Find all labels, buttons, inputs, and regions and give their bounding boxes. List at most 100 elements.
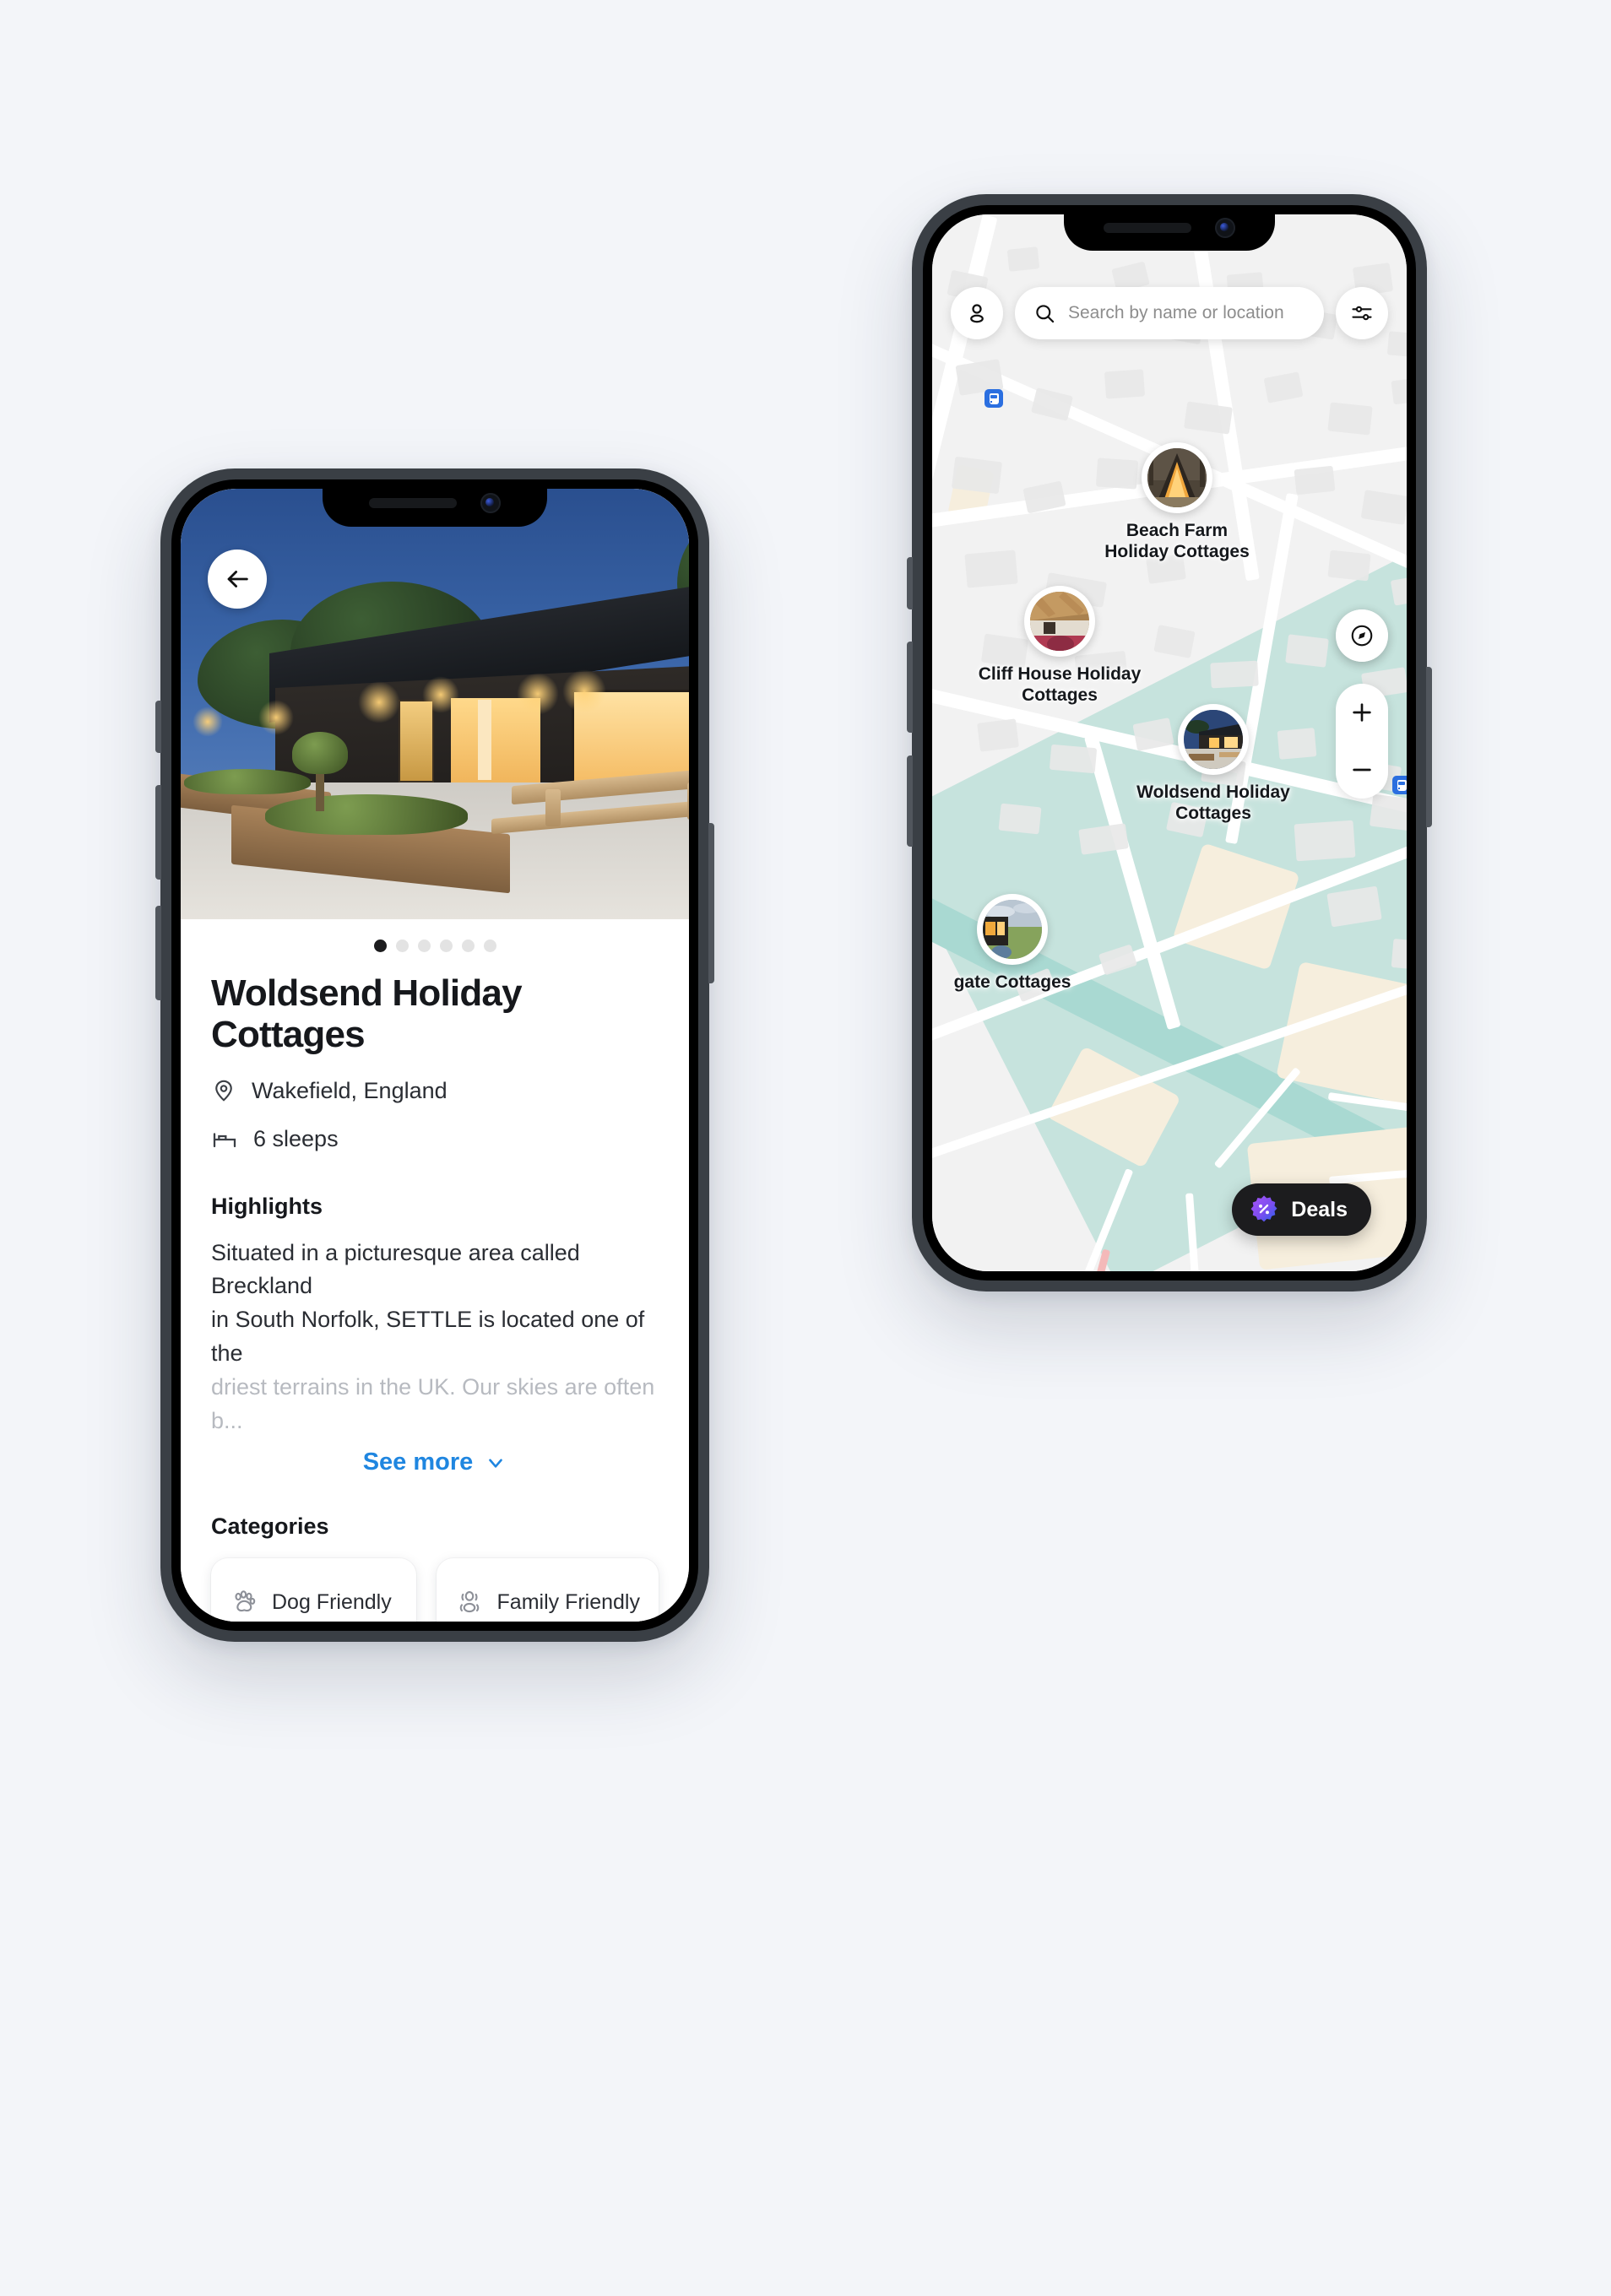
volume-down-button[interactable] bbox=[907, 755, 913, 847]
table-leg bbox=[545, 789, 561, 826]
map-building bbox=[1386, 331, 1407, 358]
marker-thumbnail bbox=[1142, 442, 1212, 513]
map-marker-beach-farm[interactable]: Beach Farm Holiday Cottages bbox=[1080, 442, 1274, 562]
volume-up-button[interactable] bbox=[907, 642, 913, 733]
map-screen: Search by name or location Beach Farm Ho… bbox=[932, 214, 1407, 1271]
phone-device-detail: Woldsend Holiday Cottages Wakefield, Eng… bbox=[155, 468, 714, 1642]
volume-button[interactable] bbox=[907, 557, 913, 609]
marker-thumbnail bbox=[1178, 704, 1249, 775]
marker-label: gate Cottages bbox=[953, 972, 1071, 992]
map-building bbox=[1263, 371, 1304, 403]
transit-station-pin[interactable] bbox=[984, 389, 1003, 408]
light-glow bbox=[258, 700, 294, 735]
profile-button[interactable] bbox=[951, 287, 1003, 339]
ladder bbox=[478, 700, 491, 780]
volume-down-button[interactable] bbox=[155, 906, 161, 1000]
topiary bbox=[292, 732, 348, 774]
map-building bbox=[1391, 376, 1407, 405]
search-bar[interactable]: Search by name or location bbox=[1015, 287, 1324, 339]
marker-thumbnail bbox=[1024, 586, 1095, 657]
zoom-out-button[interactable] bbox=[1336, 741, 1388, 799]
compass-button[interactable] bbox=[1336, 609, 1388, 662]
zoom-controls bbox=[1336, 684, 1388, 799]
map-building bbox=[1285, 634, 1329, 668]
marker-label: Beach Farm Holiday Cottages bbox=[1104, 521, 1250, 561]
deals-button[interactable]: Deals bbox=[1232, 1183, 1371, 1236]
zoom-in-button[interactable] bbox=[1336, 684, 1388, 741]
door-glass bbox=[399, 700, 434, 782]
map-marker-gate-cottages[interactable]: gate Cottages bbox=[932, 894, 1109, 994]
earpiece-speaker bbox=[369, 498, 457, 508]
carousel-dot[interactable] bbox=[439, 940, 453, 952]
detail-screen-root: Woldsend Holiday Cottages Wakefield, Eng… bbox=[181, 489, 689, 1622]
device-bezel-detail: Woldsend Holiday Cottages Wakefield, Eng… bbox=[171, 479, 698, 1631]
highlights-line-3: driest terrains in the UK. Our skies are… bbox=[211, 1374, 655, 1434]
search-input-placeholder[interactable]: Search by name or location bbox=[1068, 303, 1284, 323]
power-button[interactable] bbox=[708, 823, 714, 983]
image-carousel-dots[interactable] bbox=[181, 919, 689, 957]
map-building bbox=[1184, 401, 1233, 435]
property-detail-screen: Woldsend Holiday Cottages Wakefield, Eng… bbox=[181, 489, 689, 1622]
screenshot-stage: Search by name or location Beach Farm Ho… bbox=[0, 0, 1611, 2296]
highlights-line-2: in South Norfolk, SETTLE is located one … bbox=[211, 1307, 645, 1367]
map-building bbox=[977, 718, 1019, 752]
carousel-dot[interactable] bbox=[373, 940, 387, 952]
carousel-dot[interactable] bbox=[483, 940, 496, 952]
category-chip-family-friendly[interactable]: Family Friendly bbox=[436, 1558, 659, 1622]
light-glow bbox=[193, 707, 223, 737]
map-building bbox=[964, 550, 1018, 588]
filter-button[interactable] bbox=[1336, 287, 1388, 339]
map-building bbox=[1294, 820, 1356, 862]
front-camera bbox=[1215, 218, 1235, 238]
carousel-dot[interactable] bbox=[417, 940, 431, 952]
device-notch bbox=[1064, 205, 1275, 251]
marker-label: Woldsend Holiday Cottages bbox=[1136, 782, 1290, 823]
volume-up-button[interactable] bbox=[155, 785, 161, 880]
location-text: Wakefield, England bbox=[252, 1077, 448, 1103]
front-camera bbox=[480, 493, 501, 513]
marker-thumbnail bbox=[977, 894, 1048, 965]
hero-photo[interactable] bbox=[181, 489, 689, 919]
carousel-dot[interactable] bbox=[461, 940, 475, 952]
map-building bbox=[951, 456, 1003, 495]
map-building bbox=[1294, 465, 1336, 495]
map-building bbox=[1031, 387, 1073, 421]
light-glow bbox=[358, 681, 400, 723]
map-marker-cliff-house[interactable]: Cliff House Holiday Cottages bbox=[963, 586, 1157, 706]
map-top-bar: Search by name or location bbox=[951, 287, 1388, 339]
map-pin-icon bbox=[211, 1078, 236, 1103]
detail-content: Woldsend Holiday Cottages Wakefield, Eng… bbox=[181, 957, 689, 1622]
map-building bbox=[1327, 550, 1371, 582]
highlights-heading: Highlights bbox=[211, 1193, 323, 1219]
location-row: Wakefield, England bbox=[211, 1078, 659, 1104]
device-notch bbox=[323, 479, 547, 527]
see-more-button[interactable]: See more bbox=[211, 1449, 659, 1476]
transit-station-pin[interactable] bbox=[1392, 776, 1407, 794]
highlights-section: Highlights Situated in a picturesque are… bbox=[211, 1194, 659, 1477]
mute-switch[interactable] bbox=[155, 701, 161, 753]
map-building bbox=[1006, 246, 1040, 272]
user-icon bbox=[964, 301, 990, 326]
map-building bbox=[1327, 402, 1373, 436]
carousel-dot[interactable] bbox=[395, 940, 409, 952]
category-chip-dog-friendly[interactable]: Dog Friendly bbox=[211, 1558, 416, 1622]
back-button[interactable] bbox=[208, 550, 267, 609]
device-bezel-map: Search by name or location Beach Farm Ho… bbox=[923, 205, 1416, 1281]
light-glow bbox=[562, 669, 606, 713]
category-label: Dog Friendly bbox=[272, 1589, 392, 1614]
power-button[interactable] bbox=[1426, 667, 1432, 827]
map-building bbox=[1391, 938, 1407, 972]
arrow-left-icon bbox=[223, 565, 252, 593]
map-building bbox=[1104, 369, 1146, 399]
categories-heading: Categories bbox=[211, 1514, 329, 1540]
shrub bbox=[184, 769, 311, 794]
paw-icon bbox=[230, 1588, 258, 1616]
map-building bbox=[998, 803, 1042, 835]
discount-badge-icon bbox=[1249, 1194, 1279, 1225]
light-glow bbox=[422, 676, 459, 713]
map-marker-woldsend[interactable]: Woldsend Holiday Cottages bbox=[1116, 704, 1310, 824]
categories-section: Categories Dog Friendly Family Friendly bbox=[211, 1514, 659, 1622]
phone-device-map: Search by name or location Beach Farm Ho… bbox=[907, 194, 1432, 1292]
table-leg bbox=[687, 782, 689, 820]
earpiece-speaker bbox=[1104, 223, 1191, 233]
